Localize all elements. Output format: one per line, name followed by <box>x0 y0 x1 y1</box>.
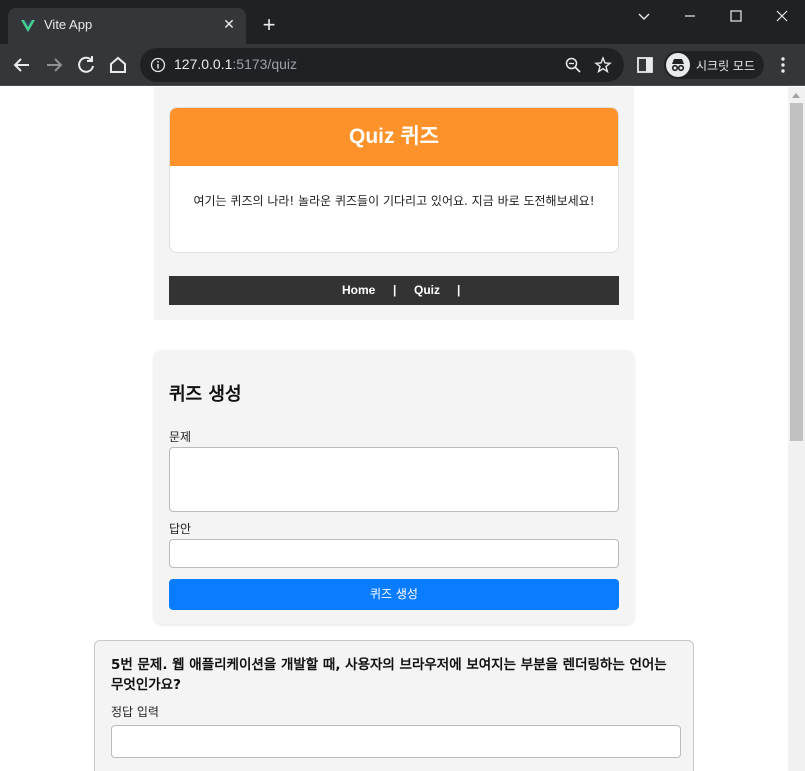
nav-separator: | <box>457 283 461 297</box>
page-scrollbar[interactable] <box>788 87 805 771</box>
create-quiz-button[interactable]: 퀴즈 생성 <box>169 579 619 610</box>
address-bar[interactable]: 127.0.0.1:5173/quiz <box>140 48 624 82</box>
question-textarea[interactable] <box>169 447 619 512</box>
close-window-icon[interactable] <box>767 4 797 28</box>
forward-arrow-icon[interactable] <box>42 53 66 77</box>
hero-description: 여기는 퀴즈의 나라! 놀라운 퀴즈들이 기다리고 있어요. 지금 바로 도전해… <box>193 194 595 208</box>
minimize-icon[interactable] <box>675 4 705 28</box>
back-arrow-icon[interactable] <box>10 53 34 77</box>
quiz-item: 5번 문제. 웹 애플리케이션을 개발할 때, 사용자의 브라우저에 보여지는 … <box>94 640 694 771</box>
nav-link-quiz[interactable]: Quiz <box>414 276 440 305</box>
home-icon[interactable] <box>106 53 130 77</box>
incognito-label: 시크릿 모드 <box>696 59 756 73</box>
quiz-create-form: 퀴즈 생성 문제 답안 퀴즈 생성 <box>154 350 634 624</box>
zoom-out-icon[interactable] <box>564 56 582 74</box>
browser-tab-bar: Vite App ✕ + <box>0 0 805 44</box>
nav-separator: | <box>393 283 397 297</box>
incognito-icon <box>666 53 690 77</box>
hero-card: Quiz 퀴즈 여기는 퀴즈의 나라! 놀라운 퀴즈들이 기다리고 있어요. 지… <box>169 107 619 253</box>
side-panel-icon[interactable] <box>636 56 654 74</box>
tab-close-button[interactable]: ✕ <box>220 16 238 34</box>
answer-label: 답안 <box>169 522 192 536</box>
question-label: 문제 <box>169 430 192 444</box>
main-nav: Home | Quiz | <box>169 276 619 305</box>
site-info-icon[interactable] <box>150 57 166 73</box>
page-viewport: Quiz 퀴즈 여기는 퀴즈의 나라! 놀라운 퀴즈들이 기다리고 있어요. 지… <box>0 87 788 771</box>
quiz-question: 5번 문제. 웹 애플리케이션을 개발할 때, 사용자의 브라우저에 보여지는 … <box>111 657 667 693</box>
nav-link-home[interactable]: Home <box>342 276 375 305</box>
maximize-icon[interactable] <box>721 4 751 28</box>
site-header: Quiz 퀴즈 여기는 퀴즈의 나라! 놀라운 퀴즈들이 기다리고 있어요. 지… <box>154 87 634 320</box>
browser-tab[interactable]: Vite App ✕ <box>8 8 246 44</box>
quiz-answer-input[interactable] <box>111 725 681 758</box>
bookmark-star-icon[interactable] <box>594 56 612 74</box>
tab-search-icon[interactable] <box>629 4 659 28</box>
browser-toolbar: 127.0.0.1:5173/quiz 시크릿 모드 <box>0 44 805 86</box>
tab-title: Vite App <box>44 17 93 32</box>
url-text: 127.0.0.1:5173/quiz <box>174 56 297 72</box>
vite-logo-icon <box>21 20 35 32</box>
reload-icon[interactable] <box>74 53 98 77</box>
incognito-badge[interactable]: 시크릿 모드 <box>664 51 764 79</box>
answer-input[interactable] <box>169 539 619 568</box>
scroll-thumb[interactable] <box>790 103 803 441</box>
more-menu-icon[interactable] <box>776 56 790 74</box>
new-tab-button[interactable]: + <box>258 14 280 36</box>
form-title: 퀴즈 생성 <box>169 384 242 405</box>
scroll-up-arrow-icon[interactable] <box>792 93 800 98</box>
quiz-answer-label: 정답 입력 <box>111 705 159 719</box>
page-title: Quiz 퀴즈 <box>170 108 618 166</box>
